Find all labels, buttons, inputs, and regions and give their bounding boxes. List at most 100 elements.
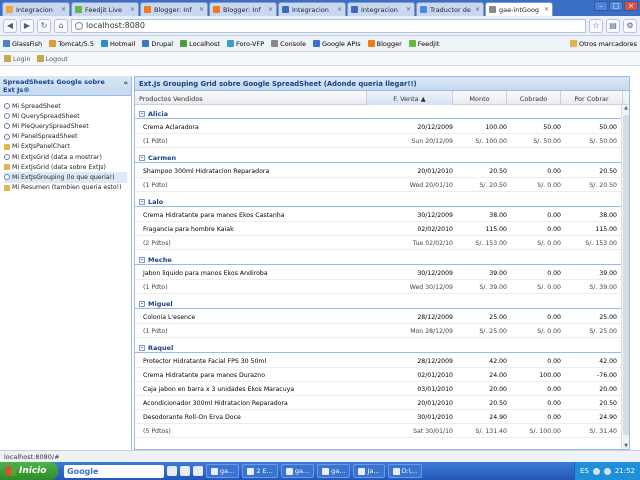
taskbar-button-label: ga... — [294, 467, 310, 475]
collapse-group-icon[interactable]: – — [139, 110, 145, 117]
tab-close-icon[interactable]: × — [197, 6, 204, 13]
table-row[interactable]: Acondicionador 300ml Hidratacion Reparad… — [135, 397, 623, 410]
table-row[interactable]: Shampoo 300ml Hidratacion Reparadora 20/0… — [135, 165, 623, 178]
collapse-group-icon[interactable]: – — [139, 344, 145, 351]
browser-tab[interactable]: Traductor de × — [416, 2, 484, 16]
tray-icon[interactable] — [603, 467, 611, 475]
browser-tab[interactable]: gae-intGoog × — [485, 2, 553, 16]
bookmark-item[interactable]: Tomcat/5.5 — [49, 40, 94, 48]
tree-item[interactable]: Mi PanelSpreadSheet — [4, 132, 127, 142]
taskbar-window-button[interactable]: 2 E... — [242, 464, 278, 478]
paid-cell: 50.00 — [543, 124, 561, 131]
collapse-group-icon[interactable]: – — [139, 256, 145, 263]
start-button[interactable]: Inicio — [0, 462, 58, 480]
taskbar-window-button[interactable]: gа... — [206, 464, 240, 478]
scrollbar-thumb[interactable] — [623, 115, 629, 435]
table-row[interactable]: Jabon liquido para manos Ekos Andiroba 30… — [135, 267, 623, 280]
tab-favicon-icon — [420, 6, 427, 13]
browser-tab[interactable]: Feedjit Live × — [71, 2, 139, 16]
tab-close-icon[interactable]: × — [542, 6, 549, 13]
taskbar-window-button[interactable]: D:\... — [387, 464, 423, 478]
address-bar[interactable]: localhost:8080 — [71, 18, 586, 33]
table-row[interactable]: Crema Aclaradora 20/12/2009 100.00 50.00 50.… — [135, 121, 623, 134]
collapse-group-icon[interactable]: – — [139, 300, 145, 307]
bookmark-item[interactable]: Blogger — [367, 40, 402, 48]
browser-tab[interactable]: Blogger: Inf × — [140, 2, 208, 16]
bookmark-item[interactable]: Hotmail — [101, 40, 135, 48]
home-button[interactable]: ⌂ — [54, 18, 68, 33]
group-header[interactable]: – Carmen — [135, 153, 623, 163]
browser-tab[interactable]: Integracion × — [347, 2, 415, 16]
column-header[interactable]: Monto — [453, 91, 507, 105]
amount-cell: 24.00 — [489, 372, 507, 379]
group-header[interactable]: – Meche — [135, 255, 623, 265]
tree-item[interactable]: Mi ExtJsGrouping (lo que queria!) — [4, 172, 127, 183]
tab-close-icon[interactable]: × — [59, 6, 66, 13]
tree-item[interactable]: Mi PieQuerySpreadSheet — [4, 121, 127, 131]
group-header[interactable]: – Raquel — [135, 343, 623, 353]
google-search-box[interactable]: Google — [64, 464, 164, 478]
bookmark-item[interactable]: Google APIs — [312, 40, 361, 48]
grid-scrollbar[interactable]: ▲ ▼ — [621, 105, 629, 449]
tab-close-icon[interactable]: × — [404, 6, 411, 13]
scroll-down-icon[interactable]: ▼ — [622, 443, 629, 449]
tree-item[interactable]: Mi QuerySpreadSheet — [4, 111, 127, 121]
taskbar-window-button[interactable]: ga... — [280, 464, 315, 478]
table-row[interactable]: Colonia L'esence 28/12/2009 25.00 0.00 25.00 — [135, 311, 623, 324]
bookmark-item[interactable]: Foro-VFP — [226, 40, 264, 48]
bookmark-item[interactable]: Console — [271, 40, 306, 48]
table-row[interactable]: Desodorante Roll-On Erva Doce 30/01/2010 2… — [135, 411, 623, 424]
tray-icon[interactable] — [592, 467, 600, 475]
column-header[interactable]: F. Venta ▲ — [367, 91, 453, 105]
tree-item[interactable]: Mi Resumen (tambien queria esto!) — [4, 183, 127, 193]
tree-item[interactable]: Mi ExtJsPanelChart — [4, 142, 127, 152]
group-header[interactable]: – Lalo — [135, 197, 623, 207]
bookmark-item[interactable]: Drupal — [142, 40, 173, 48]
quicklaunch-icon[interactable] — [180, 466, 190, 476]
maximize-button[interactable]: □ — [609, 1, 623, 11]
language-indicator[interactable]: ES — [580, 467, 589, 475]
close-window-button[interactable]: × — [624, 1, 638, 11]
logout-link[interactable]: Logout — [36, 55, 68, 63]
forward-button[interactable]: ▶ — [20, 18, 34, 33]
collapse-panel-icon[interactable]: « — [123, 79, 128, 87]
bookmark-item[interactable]: GlassFish — [3, 40, 42, 48]
tab-close-icon[interactable]: × — [128, 6, 135, 13]
bookmark-item[interactable]: Feedjit — [408, 40, 439, 48]
other-bookmarks[interactable]: Otros marcadores — [569, 40, 637, 48]
login-link[interactable]: Login — [4, 55, 31, 63]
table-row[interactable]: Protector Hidratante Facial FPS 30 50ml 2… — [135, 355, 623, 368]
bookmark-item[interactable]: Localhost — [180, 40, 220, 48]
column-header[interactable]: Cobrado — [507, 91, 561, 105]
tab-close-icon[interactable]: × — [335, 6, 342, 13]
column-header[interactable]: Productos Vendidos — [135, 91, 367, 105]
quicklaunch-icon[interactable] — [167, 466, 177, 476]
page-menu-button[interactable]: ▤ — [606, 18, 620, 33]
table-row[interactable]: Fragancia para hombre Kaiak 02/02/2010 115… — [135, 223, 623, 236]
tools-menu-button[interactable]: ⚙ — [623, 18, 637, 33]
table-row[interactable]: Crema Hidratante para manos Durazno 02/01… — [135, 369, 623, 382]
tree-item[interactable]: Mi ExtJsGrid (data sobre ExtJs) — [4, 162, 127, 172]
minimize-button[interactable]: – — [594, 1, 608, 11]
browser-tab[interactable]: Integracion × — [2, 2, 70, 16]
tab-close-icon[interactable]: × — [473, 6, 480, 13]
taskbar-window-button[interactable]: ga... — [317, 464, 351, 478]
tab-close-icon[interactable]: × — [266, 6, 273, 13]
browser-tab[interactable]: Integracion × — [278, 2, 346, 16]
bookmark-star-button[interactable]: ☆ — [589, 18, 603, 33]
collapse-group-icon[interactable]: – — [139, 198, 145, 205]
table-row[interactable]: Caja jabon en barra x 3 unidades Ekos Ma… — [135, 383, 623, 396]
group-header[interactable]: – Alicia — [135, 109, 623, 119]
reload-button[interactable]: ↻ — [37, 18, 51, 33]
quicklaunch-icon[interactable] — [193, 466, 203, 476]
group-header[interactable]: – Miguel — [135, 299, 623, 309]
scroll-up-icon[interactable]: ▲ — [622, 105, 629, 113]
table-row[interactable]: Crema Hidratante para manos Ekos Castanh… — [135, 209, 623, 222]
taskbar-window-button[interactable]: Ja... — [353, 464, 385, 478]
column-header[interactable]: Por Cobrar — [561, 91, 623, 105]
tree-item[interactable]: Mi SpreadSheet — [4, 101, 127, 111]
back-button[interactable]: ◀ — [3, 18, 17, 33]
tree-item[interactable]: Mi ExtJsGrid (data a mostrar) — [4, 152, 127, 162]
browser-tab[interactable]: Blogger: Inf × — [209, 2, 277, 16]
collapse-group-icon[interactable]: – — [139, 154, 145, 161]
